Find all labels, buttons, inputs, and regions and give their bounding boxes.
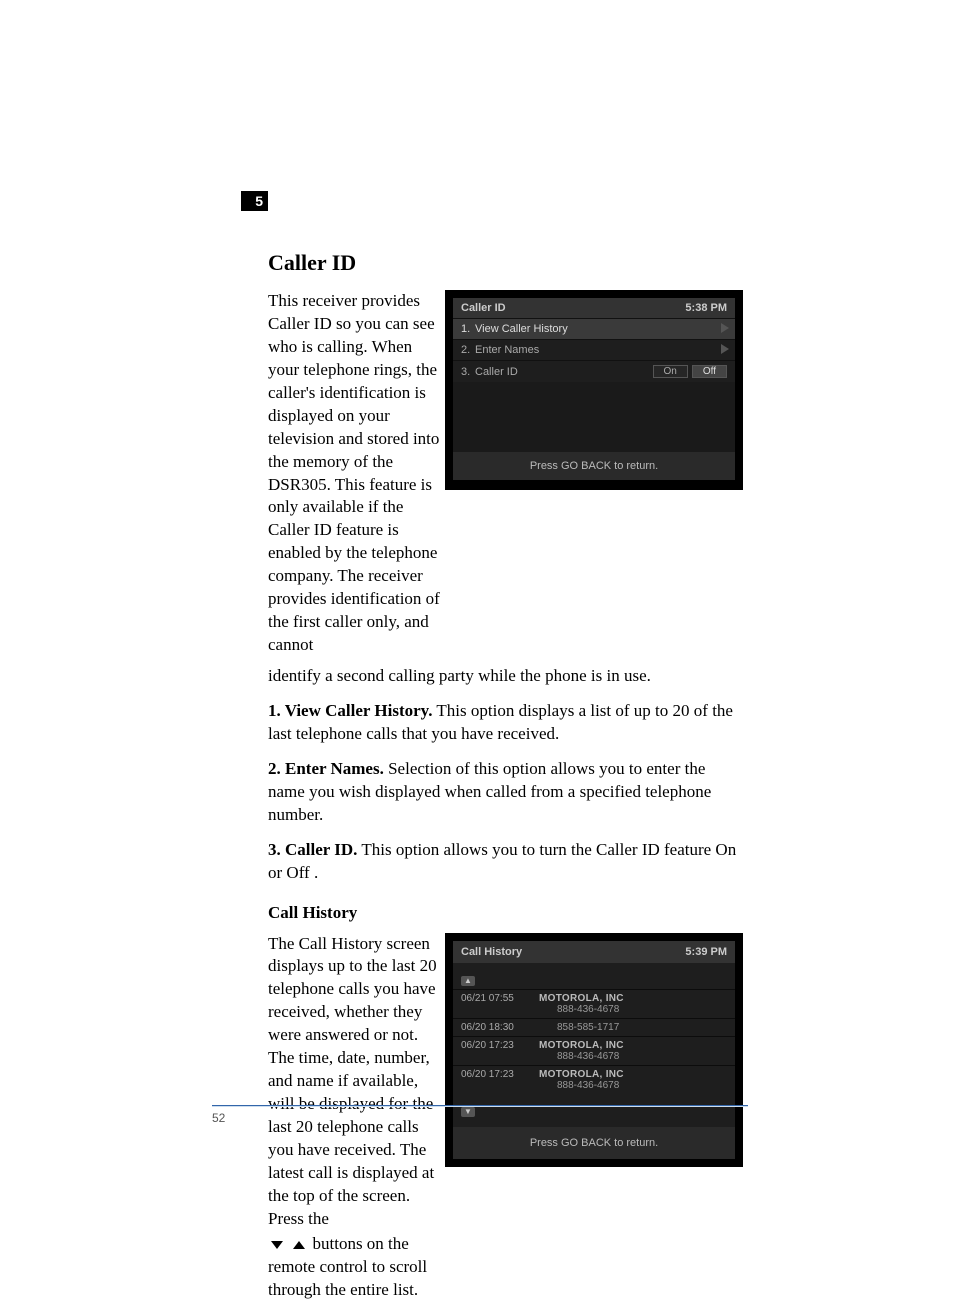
intro-paragraph-a: This receiver provides Caller ID so you …: [268, 290, 443, 657]
figure-call-history: Call History 5:39 PM ▲ 06/21 07:55MOTORO…: [445, 933, 743, 1168]
heading-call-history: Call History: [268, 903, 743, 923]
option-3: 3. Caller ID. This option allows you to …: [268, 839, 743, 885]
osd-footer: Press GO BACK to return.: [453, 452, 735, 480]
scroll-up-button[interactable]: ▲: [461, 976, 475, 986]
option-1: 1. View Caller History. This option disp…: [268, 700, 743, 746]
call-history-row[interactable]: 06/20 17:23MOTOROLA, INC888-436-4678: [453, 1065, 735, 1094]
call-history-row[interactable]: 06/21 07:55MOTOROLA, INC888-436-4678: [453, 989, 735, 1018]
menu-caller-id-toggle[interactable]: 3.Caller ID On Off: [453, 360, 735, 382]
arrow-icons: [268, 1233, 308, 1256]
page-number: 52: [212, 1111, 748, 1125]
osd-clock: 5:38 PM: [685, 302, 727, 314]
figure-caller-id-menu: Caller ID 5:38 PM 1.View Caller History …: [445, 290, 743, 490]
history-paragraph-a: The Call History screen displays up to t…: [268, 933, 443, 1231]
osd-footer: Press GO BACK to return.: [453, 1127, 735, 1159]
chevron-right-icon: [721, 344, 729, 354]
page-body: Caller ID This receiver provides Caller …: [268, 188, 743, 1314]
call-history-row[interactable]: 06/20 18:30858-585-1717: [453, 1018, 735, 1036]
option-off[interactable]: Off: [692, 365, 727, 378]
footer-rule: [212, 1105, 748, 1107]
heading-caller-id: Caller ID: [268, 250, 743, 276]
option-on[interactable]: On: [653, 365, 688, 378]
menu-view-caller-history[interactable]: 1.View Caller History: [453, 318, 735, 339]
option-2: 2. Enter Names. Selection of this option…: [268, 758, 743, 827]
page-footer: 52: [212, 1105, 748, 1125]
chapter-number: 5: [241, 191, 268, 211]
history-paragraph-b: buttons on the remote control to scroll …: [268, 1233, 443, 1302]
osd-title: Caller ID: [461, 302, 506, 314]
up-arrow-icon: [293, 1241, 305, 1249]
menu-enter-names[interactable]: 2.Enter Names: [453, 339, 735, 360]
intro-paragraph-b: identify a second calling party while th…: [268, 665, 743, 688]
chapter-tab: 5: [240, 190, 268, 213]
osd-clock: 5:39 PM: [685, 946, 727, 958]
call-history-row[interactable]: 06/20 17:23MOTOROLA, INC888-436-4678: [453, 1036, 735, 1065]
chevron-right-icon: [721, 323, 729, 333]
down-arrow-icon: [271, 1241, 283, 1249]
osd-title: Call History: [461, 946, 522, 958]
